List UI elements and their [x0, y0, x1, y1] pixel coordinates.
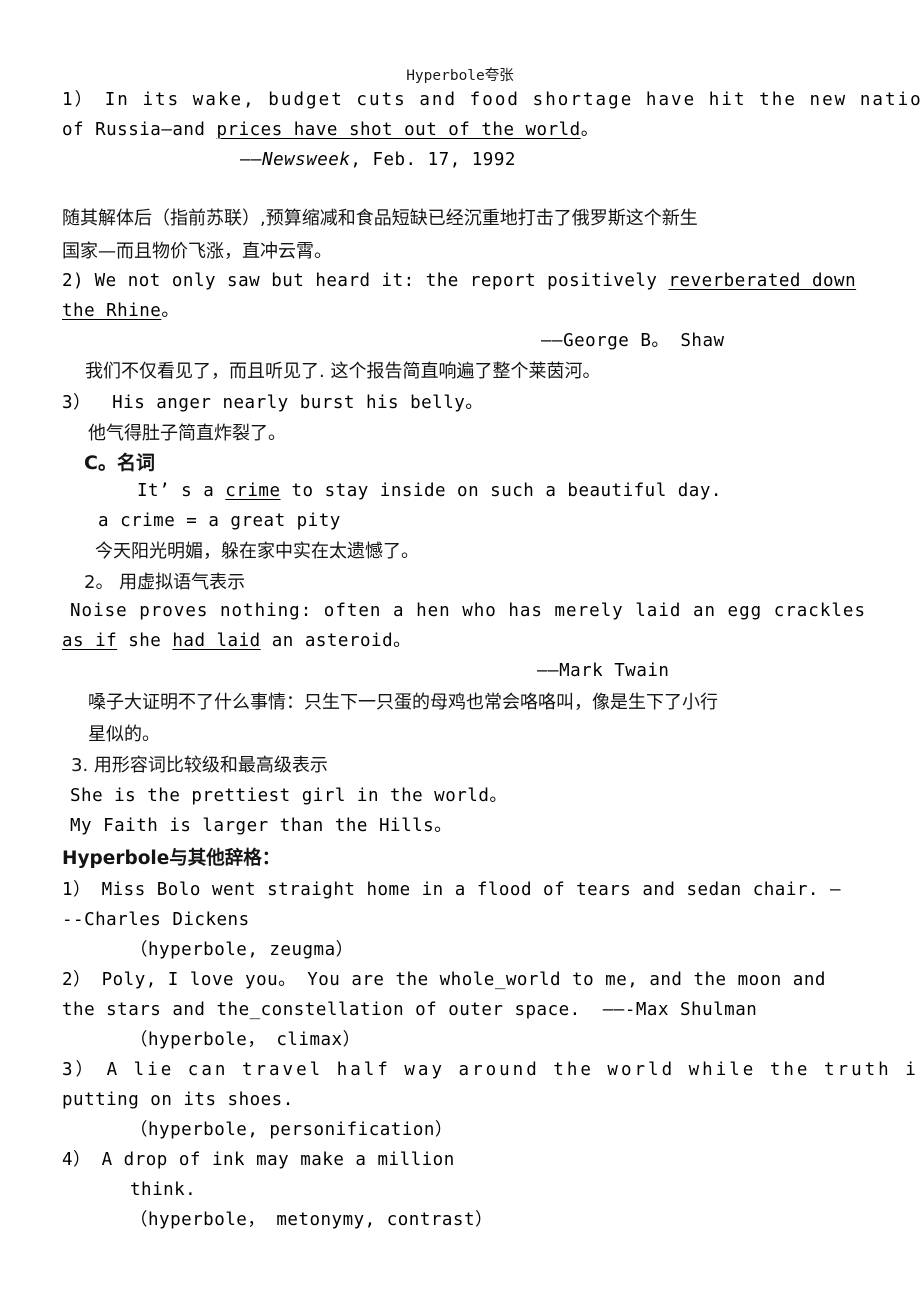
example-3-translation: 他气得肚子简直炸裂了。: [88, 423, 286, 444]
other-item-2-line-2: the stars and the_constellation of outer…: [62, 1000, 758, 1020]
example-2-line-2: the Rhine。: [62, 301, 180, 321]
section-c-heading: C。名词: [84, 452, 155, 474]
example-2-translation: 我们不仅看见了，而且听见了. 这个报告简直响遍了整个莱茵河。: [85, 361, 601, 382]
example-1-text-line-1: In its wake, budget cuts and food shorta…: [104, 90, 920, 110]
other-item-4-line-2: think.: [130, 1180, 197, 1200]
other-item-4-text-1: A drop of ink may make a million: [101, 1150, 455, 1170]
section-c-example-prefix: It’ s a: [137, 481, 226, 501]
section-c-example-underlined: crime: [225, 481, 281, 501]
other-item-3-line-2: putting on its shoes.: [62, 1090, 294, 1110]
section-3-line-1: She is the prettiest girl in the world。: [70, 786, 508, 806]
section-2-line-2-suffix: an asteroid。: [260, 631, 412, 651]
section-3-line-2: My Faith is larger than the Hills。: [70, 816, 453, 836]
example-3-marker: 3）: [62, 393, 92, 413]
example-1-marker: 1）: [62, 90, 95, 110]
section-2-line-1: Noise proves nothing: often a hen who ha…: [70, 601, 866, 621]
section-2-heading: 2。 用虚拟语气表示: [84, 572, 246, 593]
example-1-line-2: of Russia—and prices have shot out of th…: [62, 120, 599, 140]
document-page: Hyperbole夸张 1） In its wake, budget cuts …: [0, 0, 920, 1302]
example-1-line-2-punct: 。: [580, 120, 599, 140]
section-2-translation-line-1: 嗓子大证明不了什么事情：只生下一只蛋的母鸡也常会咯咯叫，像是生下了小行: [88, 692, 718, 713]
other-item-3-line-1: 3） A lie can travel half way around the …: [62, 1060, 920, 1080]
section-other-heading: Hyperbole与其他辞格：: [62, 848, 281, 869]
page-title: Hyperbole夸张: [406, 68, 514, 84]
other-item-1-text-1: Miss Bolo went straight home in a flood …: [101, 880, 841, 900]
other-item-3-marker: 3）: [62, 1060, 97, 1080]
section-2-line-2: as if she had laid an asteroid。: [62, 631, 412, 651]
other-item-1-line-2: --Charles Dickens: [62, 910, 250, 930]
other-item-3-tags: （hyperbole, personification）: [130, 1120, 453, 1140]
other-item-1-tags: （hyperbole, zeugma）: [130, 940, 354, 960]
example-3-text: His anger nearly burst his belly。: [112, 393, 484, 413]
other-item-3-text-1: A lie can travel half way around the wor…: [106, 1060, 920, 1080]
attribution-source-name: Newsweek: [262, 150, 351, 170]
section-3-example-1: She is the prettiest girl in the world。: [70, 786, 508, 806]
section-2-line-2-mid: she: [117, 631, 173, 651]
example-2-line-1-prefix: We not only saw but heard it: the report…: [94, 271, 669, 291]
example-1-translation-line-1: 随其解体后（指前苏联）,预算缩减和食品短缺已经沉重地打击了俄罗斯这个新生: [62, 208, 698, 229]
section-c-example-suffix: to stay inside on such a beautiful day.: [280, 481, 722, 501]
other-item-1-marker: 1）: [62, 880, 92, 900]
other-item-4-line-1: 4） A drop of ink may make a million: [62, 1150, 455, 1170]
section-2-underlined-1: as if: [62, 631, 118, 651]
example-1-line-1: 1） In its wake, budget cuts and food sho…: [62, 90, 920, 110]
other-item-4-tags: （hyperbole， metonymy, contrast）: [130, 1210, 494, 1230]
attribution-date: , Feb. 17, 1992: [350, 150, 516, 170]
example-2-attribution: ——George B。 Shaw: [541, 331, 725, 351]
other-item-2-tags: （hyperbole， climax）: [130, 1030, 361, 1050]
attribution-dash: ——: [240, 150, 263, 170]
section-3-example-2: My Faith is larger than the Hills。: [70, 816, 453, 836]
section-c-translation: 今天阳光明媚，躲在家中实在太遗憾了。: [95, 541, 419, 562]
example-3-line-1: 3） His anger nearly burst his belly。: [62, 393, 484, 413]
section-c-gloss: a crime = a great pity: [98, 511, 341, 531]
other-item-2-line-1: 2） Poly, I love you。 You are the whole_w…: [62, 970, 826, 990]
section-2-translation-line-2: 星似的。: [88, 724, 160, 745]
example-2-marker: 2): [62, 271, 85, 291]
example-1-translation-line-2: 国家—而且物价飞涨，直冲云霄。: [62, 241, 332, 262]
example-2-line-2-punct: 。: [161, 301, 180, 321]
section-2-attribution: ——Mark Twain: [537, 661, 670, 681]
other-item-4-marker: 4）: [62, 1150, 92, 1170]
section-c-example: It’ s a crime to stay inside on such a b…: [137, 481, 722, 501]
section-2-underlined-2: had laid: [172, 631, 261, 651]
example-2-line-1: 2) We not only saw but heard it: the rep…: [62, 271, 857, 291]
other-item-2-marker: 2）: [62, 970, 92, 990]
other-item-1-line-1: 1） Miss Bolo went straight home in a flo…: [62, 880, 841, 900]
section-3-heading: 3. 用形容词比较级和最高级表示: [71, 755, 328, 776]
example-2-line-1-underlined: reverberated down: [668, 271, 857, 291]
example-1-line-2-underlined: prices have shot out of the world: [216, 120, 581, 140]
other-item-2-text-1: Poly, I love you。 You are the whole_worl…: [101, 970, 826, 990]
example-1-line-2-prefix: of Russia—and: [62, 120, 217, 140]
example-2-line-2-underlined: the Rhine: [62, 301, 162, 321]
example-1-attribution: ——Newsweek, Feb. 17, 1992: [240, 150, 516, 170]
